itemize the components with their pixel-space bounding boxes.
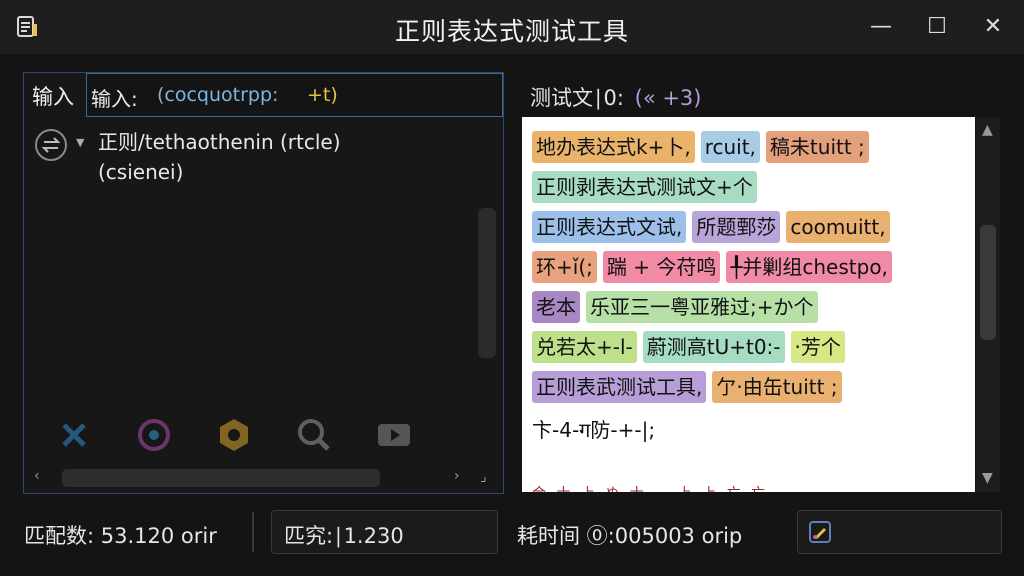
input-prefix-label: 输入: [91,87,138,111]
test-line-2: 正则剥表达式测试文+个 [532,171,763,205]
edit-icon[interactable] [808,520,832,544]
scroll-right-icon[interactable]: › [454,468,460,484]
match-highlight: 所题鄄莎 [692,211,781,243]
toolbar [44,415,464,455]
match-highlight: 正则表达式文试, [532,211,687,243]
test-line-3: 正则表达式文试, 所题鄄莎 coomuitt, [532,211,896,245]
test-text-label: 测试文∣0: (« +3) [530,82,702,112]
test-text-area[interactable]: 地办表达式k+卜, rcuit, 稿未tuitt ; 正则剥表达式测试文+个 正则表达式… [522,117,975,492]
option-line-2: (csienei) [98,160,184,184]
test-scroll-thumb[interactable] [980,225,996,340]
horizontal-scroll-thumb[interactable] [62,469,380,487]
minimize-button[interactable]: — [864,10,898,44]
match-highlight: 乐亚三一粤亚雅过;+か个 [586,291,818,323]
scroll-up-icon[interactable]: ▲ [982,122,993,138]
match-highlight: 老本 [532,291,580,323]
match-highlight: coomuitt, [786,211,890,243]
match-detail: 匹究:∣1.230 [284,524,404,548]
close-button[interactable]: ✕ [976,10,1010,44]
elapsed-time: 耗时间 ⓪:005003 orip [517,524,743,548]
vertical-scrollbar[interactable] [478,208,496,358]
match-highlight: 蔚测高tU+t0:- [642,331,785,363]
test-line-6: 兑若太+-l- 蔚测高tU+t0:- ·芳个 [532,331,851,365]
target-icon[interactable] [134,415,174,455]
scroll-left-icon[interactable]: ‹ [34,468,40,484]
match-detail-box: 匹究:∣1.230 [271,510,498,554]
match-highlight: 地办表达式k+卜, [532,131,695,163]
maximize-button[interactable]: ☐ [920,10,954,44]
test-text-hint: (« +3) [634,86,702,110]
pattern-text: (cocquotrpp: [157,84,279,106]
resize-grip-icon[interactable]: ⌟ [480,469,487,485]
match-highlight: 踹 + 今苻鸣 [602,251,721,283]
match-highlight: ·芳个 [790,331,845,363]
gear-icon[interactable] [214,415,254,455]
match-highlight: 环+ǐ(; [532,251,597,283]
search-icon[interactable] [294,415,334,455]
test-line-4: 环+ǐ(; 踹 + 今苻鸣 ╀并剿组chestpo, [532,251,898,285]
option-description: 正则/tethaothenin (rtcle) (csienei) [98,127,418,187]
x-icon[interactable] [54,415,94,455]
cut-off-text: 合 士 上 ぬ 士 -- 上 上 亡 亡 [532,483,768,492]
pattern-input[interactable]: 输入: (cocquotrpp: +t) [86,73,503,117]
test-line-7: 正则表武测试工具, 亇·由缶tuitt ; [532,371,848,405]
match-highlight: 兑若太+-l- [532,331,637,363]
option-line-1: 正则/tethaothenin (rtcle) [98,130,341,154]
test-line-1: 地办表达式k+卜, rcuit, 稿未tuitt ; [532,131,875,165]
test-line-5: 老本 乐亚三一粤亚雅过;+か个 [532,291,824,325]
status-divider [252,512,254,552]
match-count: 匹配数: 53.120 orir [24,524,217,548]
match-highlight: 正则剥表达式测试文+个 [532,171,757,203]
match-highlight: 亇·由缶tuitt ; [712,371,842,403]
title-bar: 正则表达式测试工具 — ☐ ✕ [0,0,1024,54]
swap-icon[interactable] [34,128,68,162]
match-highlight: 正则表武测试工具, [532,371,707,403]
pattern-pane: 输入 输入: (cocquotrpp: +t) ▼ 正则/tethaotheni… [23,72,504,494]
plain-text: 卞-4-ग防-+-|; [532,418,656,442]
match-highlight: rcuit, [700,131,760,163]
play-icon[interactable] [374,415,414,455]
scroll-down-icon[interactable]: ▼ [982,470,993,486]
pattern-flags: +t) [307,84,338,106]
match-highlight: ╀并剿组chestpo, [726,251,892,283]
chevron-down-icon[interactable]: ▼ [76,136,84,149]
match-highlight: 稿未tuitt ; [765,131,869,163]
test-text-title: 测试文∣0: [530,86,624,110]
plain-text-line: 卞-4-ग防-+-|; [532,414,655,448]
input-tab[interactable]: 输入 [32,81,74,111]
